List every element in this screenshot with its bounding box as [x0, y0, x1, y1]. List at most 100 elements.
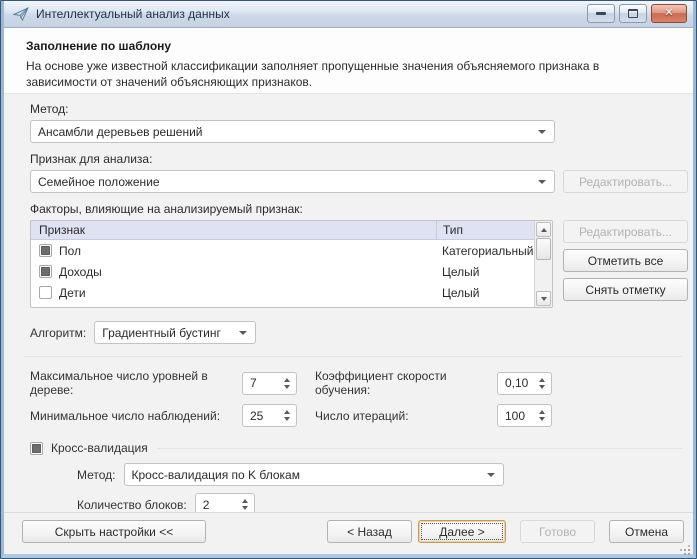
learning-rate-label: Коэффициент скорости обучения: [315, 369, 497, 397]
min-observations-value: 25 [250, 409, 263, 423]
table-row[interactable]: ДетиЦелый [31, 282, 534, 303]
minimize-button[interactable] [587, 4, 615, 23]
parameters-grid: Максимальное число уровней в дереве: 7 К… [30, 369, 688, 427]
chevron-down-icon [487, 473, 495, 477]
window-controls: ✕ [587, 4, 687, 23]
iterations-value: 100 [505, 409, 525, 423]
blocks-count-value: 2 [203, 498, 210, 512]
finish-button[interactable]: Готово [520, 520, 595, 543]
table-header[interactable]: Признак Тип [31, 221, 534, 240]
chevron-down-icon [239, 331, 247, 335]
scroll-down-button[interactable] [536, 291, 551, 306]
back-button[interactable]: < Назад [327, 520, 412, 543]
footer: Скрыть настройки << < Назад Далее > Гото… [4, 513, 693, 554]
factor-name: Доходы [59, 265, 436, 279]
algorithm-value: Градиентный бустинг [102, 326, 221, 340]
factor-type: Целый [436, 286, 534, 300]
group-divider [157, 448, 682, 449]
uncheck-all-button[interactable]: Снять отметку [563, 278, 688, 301]
row-checkbox[interactable] [39, 244, 52, 257]
table-row[interactable]: ОбразованиеКатегориальный [31, 303, 534, 307]
max-levels-spinner[interactable]: 7 [242, 372, 297, 395]
window-title: Интеллектуальный анализ данных [36, 7, 230, 21]
dialog-window: Интеллектуальный анализ данных ✕ Заполне… [0, 0, 697, 559]
arrow-down-icon [539, 385, 545, 389]
close-button[interactable]: ✕ [651, 4, 687, 23]
arrow-down-icon [242, 506, 248, 510]
cv-method-value: Кросс-валидация по K блокам [132, 468, 300, 482]
factors-label: Факторы, влияющие на анализируемый призн… [30, 202, 688, 216]
cross-validation-label: Кросс-валидация [51, 441, 148, 455]
close-icon: ✕ [664, 8, 673, 19]
arrow-up-icon [539, 410, 545, 414]
arrow-up-icon [242, 499, 248, 503]
factor-actions: Редактировать... Отметить все Снять отме… [563, 220, 688, 301]
arrow-up-icon [539, 378, 545, 382]
target-feature-value: Семейное положение [38, 175, 160, 189]
target-feature-combobox[interactable]: Семейное положение [30, 170, 555, 193]
spinner-arrows[interactable] [284, 405, 290, 426]
iterations-spinner[interactable]: 100 [497, 404, 552, 427]
titlebar[interactable]: Интеллектуальный анализ данных ✕ [4, 1, 693, 28]
algorithm-combobox[interactable]: Градиентный бустинг [94, 321, 256, 344]
factor-name: Дети [59, 286, 436, 300]
method-combobox[interactable]: Ансамбли деревьев решений [30, 120, 555, 143]
chevron-down-icon [538, 130, 546, 134]
arrow-up-icon [284, 378, 290, 382]
table-scrollbar[interactable] [534, 221, 552, 307]
column-header-type[interactable]: Тип [436, 221, 534, 239]
arrow-down-icon [284, 385, 290, 389]
row-checkbox[interactable] [39, 286, 52, 299]
maximize-icon [628, 9, 638, 18]
arrow-up-icon [284, 410, 290, 414]
resize-grip[interactable] [680, 541, 690, 551]
check-all-button[interactable]: Отметить все [563, 249, 688, 272]
scroll-up-button[interactable] [536, 222, 551, 237]
page-description: На основе уже известной классификации за… [26, 59, 671, 90]
factor-name: Образование [59, 307, 436, 308]
factors-table[interactable]: Признак Тип ПолКатегориальныйДоходыЦелый… [30, 220, 553, 308]
scrollbar-thumb[interactable] [536, 238, 551, 260]
cross-validation-checkbox[interactable] [30, 442, 43, 455]
blocks-count-spinner[interactable]: 2 [195, 493, 255, 512]
paper-plane-icon [13, 6, 29, 22]
method-label: Метод: [30, 102, 688, 116]
target-feature-label: Признак для анализа: [30, 152, 688, 166]
edit-target-button[interactable]: Редактировать... [563, 170, 688, 193]
spinner-arrows[interactable] [539, 373, 545, 394]
column-header-name[interactable]: Признак [31, 223, 436, 237]
table-row[interactable]: ДоходыЦелый [31, 261, 534, 282]
method-value: Ансамбли деревьев решений [38, 125, 203, 139]
spinner-arrows[interactable] [242, 494, 248, 512]
iterations-label: Число итераций: [315, 409, 497, 423]
page-title: Заполнение по шаблону [26, 39, 671, 53]
cv-method-combobox[interactable]: Кросс-валидация по K блокам [124, 463, 504, 486]
next-button[interactable]: Далее > [418, 520, 506, 543]
hide-settings-button[interactable]: Скрыть настройки << [22, 520, 206, 543]
wizard-header: Заполнение по шаблону На основе уже изве… [4, 28, 693, 94]
min-observations-spinner[interactable]: 25 [242, 404, 297, 427]
maximize-button[interactable] [619, 4, 647, 23]
min-observations-label: Минимальное число наблюдений: [30, 409, 242, 423]
factor-type: Целый [436, 265, 534, 279]
table-row[interactable]: ПолКатегориальный [31, 240, 534, 261]
chevron-down-icon [538, 180, 546, 184]
spinner-arrows[interactable] [539, 405, 545, 426]
arrow-down-icon [541, 297, 547, 301]
minimize-icon [596, 12, 606, 15]
edit-factor-button[interactable]: Редактировать... [563, 220, 688, 243]
factor-type: Категориальный [436, 307, 534, 308]
arrow-up-icon [541, 228, 547, 232]
window-frame: Интеллектуальный анализ данных ✕ Заполне… [1, 1, 696, 558]
cv-method-label: Метод: [77, 468, 116, 482]
cancel-button[interactable]: Отмена [609, 520, 684, 543]
separator [24, 356, 682, 357]
spinner-arrows[interactable] [284, 373, 290, 394]
arrow-down-icon [284, 417, 290, 421]
algorithm-label: Алгоритм: [30, 326, 86, 340]
learning-rate-value: 0,10 [505, 376, 528, 390]
blocks-count-label: Количество блоков: [77, 498, 187, 512]
factor-type: Категориальный [436, 244, 534, 258]
row-checkbox[interactable] [39, 265, 52, 278]
learning-rate-spinner[interactable]: 0,10 [497, 372, 552, 395]
